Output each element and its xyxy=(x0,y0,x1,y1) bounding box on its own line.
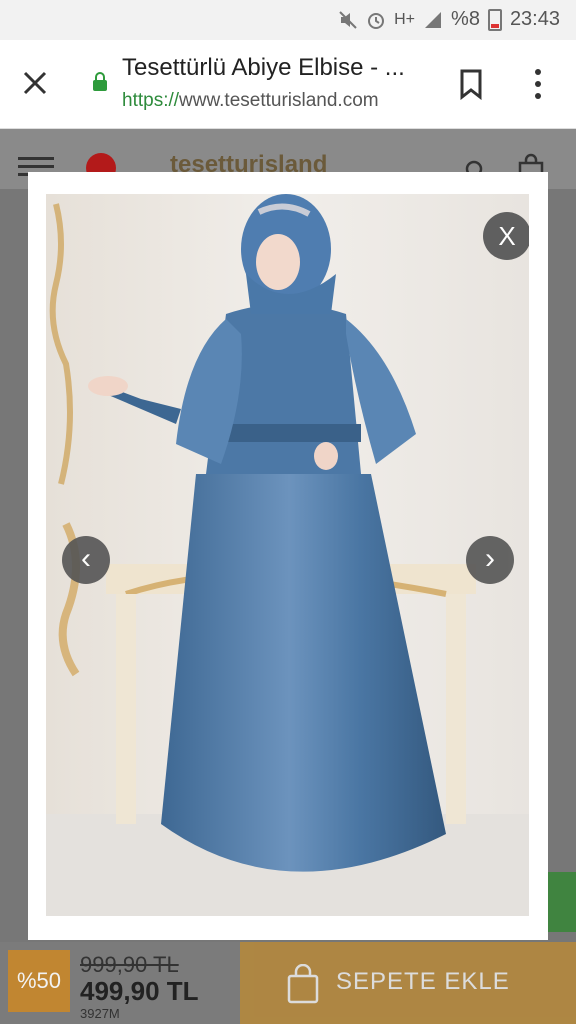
status-bar: H+ %8 23:43 xyxy=(0,0,576,40)
add-to-cart-label: SEPETE EKLE xyxy=(336,968,510,995)
battery-percent: %8 xyxy=(451,8,480,30)
close-tab-icon[interactable] xyxy=(20,68,56,104)
product-buy-bar: %50 999,90 TL 499,90 TL 3927M SEPETE EKL… xyxy=(0,942,576,1024)
image-lightbox: X ‹ › xyxy=(28,172,548,940)
side-green-tab[interactable] xyxy=(548,872,576,932)
clock: 23:43 xyxy=(509,8,560,30)
battery-icon xyxy=(487,8,502,31)
product-photo: X ‹ › xyxy=(46,194,529,916)
url-text[interactable]: https://www.tesetturisland.com xyxy=(122,90,379,112)
signal-icon xyxy=(425,11,442,28)
next-image-button[interactable]: › xyxy=(466,536,514,584)
bookmark-icon[interactable] xyxy=(458,68,484,101)
alarm-icon xyxy=(368,12,385,29)
add-to-cart-button[interactable]: SEPETE EKLE xyxy=(240,942,576,1024)
url-host: www.tesetturisland.com xyxy=(179,90,379,111)
product-code: 3927M xyxy=(80,1006,120,1021)
browser-toolbar: Tesettürlü Abiye Elbise - ... https://ww… xyxy=(0,40,576,129)
sale-price: 499,90 TL xyxy=(80,976,199,1006)
mute-icon xyxy=(339,10,357,29)
page-title: Tesettürlü Abiye Elbise - ... xyxy=(122,54,405,81)
overflow-menu-icon[interactable] xyxy=(530,66,546,102)
close-button[interactable]: X xyxy=(483,212,529,260)
dress-model-image xyxy=(46,194,529,916)
old-price: 999,90 TL xyxy=(80,952,179,977)
hplus-signal-icon: H+ xyxy=(394,10,416,28)
url-scheme: https:// xyxy=(122,90,180,111)
discount-badge: %50 xyxy=(8,950,70,1012)
previous-image-button[interactable]: ‹ xyxy=(62,536,110,584)
shopping-bag-icon xyxy=(287,964,319,1004)
status-icons: H+ %8 23:43 xyxy=(338,8,560,31)
lock-icon xyxy=(92,72,110,91)
